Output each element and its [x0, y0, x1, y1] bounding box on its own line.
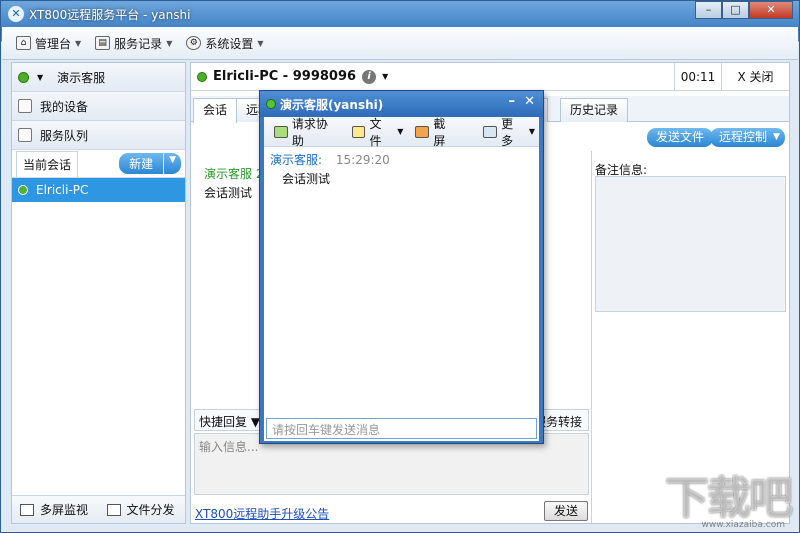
dialog-message-input[interactable]: 请按回车键发送消息	[266, 418, 537, 439]
online-status-icon	[266, 99, 276, 109]
message-time: 15:29:20	[335, 153, 390, 167]
sidebar-bottom: 多屏监视 文件分发	[12, 495, 185, 523]
screenshot-button[interactable]: 截屏	[411, 113, 461, 151]
chevron-down-icon: ▼	[166, 38, 173, 48]
close-window-button[interactable]: ✕	[749, 1, 793, 19]
screenshot-icon	[415, 125, 430, 138]
dialog-title: 演示客服(yanshi)	[280, 98, 384, 112]
agent-status[interactable]: ▼ 演示客服	[12, 63, 185, 92]
file-icon	[106, 503, 121, 516]
chevron-down-icon[interactable]: ▼	[768, 128, 785, 147]
online-status-icon	[18, 71, 29, 83]
device-icon	[18, 99, 32, 113]
main-window: ✕ XT800远程服务平台 - yanshi – □ ✕ ⌂ 管理台 ▼ ▤ 服…	[0, 0, 800, 533]
title-bar[interactable]: ✕ XT800远程服务平台 - yanshi – □ ✕	[1, 1, 799, 27]
session-timer: 00:11	[674, 63, 721, 91]
more-button[interactable]: 更多 ▼	[479, 113, 539, 151]
remote-control-button[interactable]: 远程控制	[710, 128, 777, 147]
watermark-logo: 下载吧	[665, 473, 793, 524]
chevron-down-icon[interactable]: ▼	[382, 72, 388, 81]
chevron-down-icon: ▼	[257, 38, 264, 48]
chevron-down-icon: ▼	[397, 127, 404, 136]
chat-bubble-icon	[483, 125, 498, 138]
session-item[interactable]: Elricli-PC	[12, 178, 185, 202]
connection-name: Elricli-PC - 9998096	[213, 69, 357, 84]
chevron-down-icon: ▼	[75, 38, 82, 48]
sidebar-item-service-queue[interactable]: 服务队列	[12, 121, 185, 150]
menu-system-settings[interactable]: ⚙ 系统设置 ▼	[182, 32, 267, 55]
chat-dialog: 演示客服(yanshi) – ✕ 请求协助 文件 ▼ 截屏 更多 ▼ 演示客服:…	[259, 90, 544, 444]
window-title: XT800远程服务平台 - yanshi	[29, 8, 191, 22]
request-assist-button[interactable]: 请求协助	[270, 113, 344, 151]
tab-chat[interactable]: 会话	[193, 98, 238, 123]
gear-icon: ⚙	[186, 36, 202, 50]
home-icon: ⌂	[16, 36, 31, 50]
message-sender: 演示客服:	[270, 153, 323, 167]
app-logo-icon: ✕	[8, 6, 24, 22]
upgrade-notice-link[interactable]: XT800远程助手升级公告	[195, 505, 329, 522]
quick-reply-dropdown[interactable]: 快捷回复 ▼	[199, 413, 260, 430]
file-menu-button[interactable]: 文件 ▼	[348, 113, 408, 151]
dialog-toolbar: 请求协助 文件 ▼ 截屏 更多 ▼	[264, 117, 539, 148]
queue-icon	[18, 128, 32, 142]
message-body: 会话测试	[282, 172, 331, 186]
chevron-down-icon: ▼	[37, 72, 44, 82]
chevron-down-icon[interactable]: ▼	[163, 153, 181, 174]
dialog-minimize-button[interactable]: –	[509, 94, 516, 109]
send-button[interactable]: 发送	[544, 501, 588, 521]
sidebar: ▼ 演示客服 我的设备 服务队列 当前会话 新建 ▼ Elricli-PC 多屏…	[11, 62, 186, 524]
send-file-button[interactable]: 发送文件	[647, 128, 714, 147]
session-header: 当前会话 新建 ▼	[12, 150, 185, 178]
tab-history[interactable]: 历史记录	[560, 98, 629, 122]
minimize-button[interactable]: –	[695, 1, 722, 19]
divider	[591, 151, 592, 523]
online-status-icon	[18, 185, 28, 195]
chevron-down-icon: ▼	[528, 127, 535, 136]
menu-admin[interactable]: ⌂ 管理台 ▼	[12, 32, 85, 55]
new-session-button[interactable]: 新建 ▼	[119, 153, 181, 174]
multi-screen-monitor-button[interactable]: 多屏监视	[12, 496, 99, 523]
close-session-button[interactable]: X 关闭	[721, 63, 789, 91]
dialog-close-button[interactable]: ✕	[524, 94, 535, 109]
online-status-icon	[197, 71, 207, 82]
sidebar-item-my-devices[interactable]: 我的设备	[12, 92, 185, 121]
watermark-url: www.xiazaiba.com	[701, 520, 785, 530]
dialog-body: 请求协助 文件 ▼ 截屏 更多 ▼ 演示客服: 15:29:20 会话测试 请按…	[264, 117, 539, 441]
file-icon	[351, 125, 366, 138]
monitor-icon	[20, 503, 34, 516]
assist-icon	[274, 125, 288, 138]
record-icon: ▤	[95, 36, 111, 50]
info-icon[interactable]: i	[362, 69, 377, 84]
menubar: ⌂ 管理台 ▼ ▤ 服务记录 ▼ ⚙ 系统设置 ▼	[2, 27, 798, 60]
menu-service-records[interactable]: ▤ 服务记录 ▼	[91, 32, 176, 55]
file-distribution-button[interactable]: 文件分发	[99, 496, 186, 523]
tab-current-sessions[interactable]: 当前会话	[16, 150, 79, 177]
notes-field[interactable]	[595, 176, 786, 312]
dialog-message: 演示客服: 15:29:20 会话测试	[264, 147, 539, 191]
maximize-button[interactable]: □	[722, 1, 749, 19]
